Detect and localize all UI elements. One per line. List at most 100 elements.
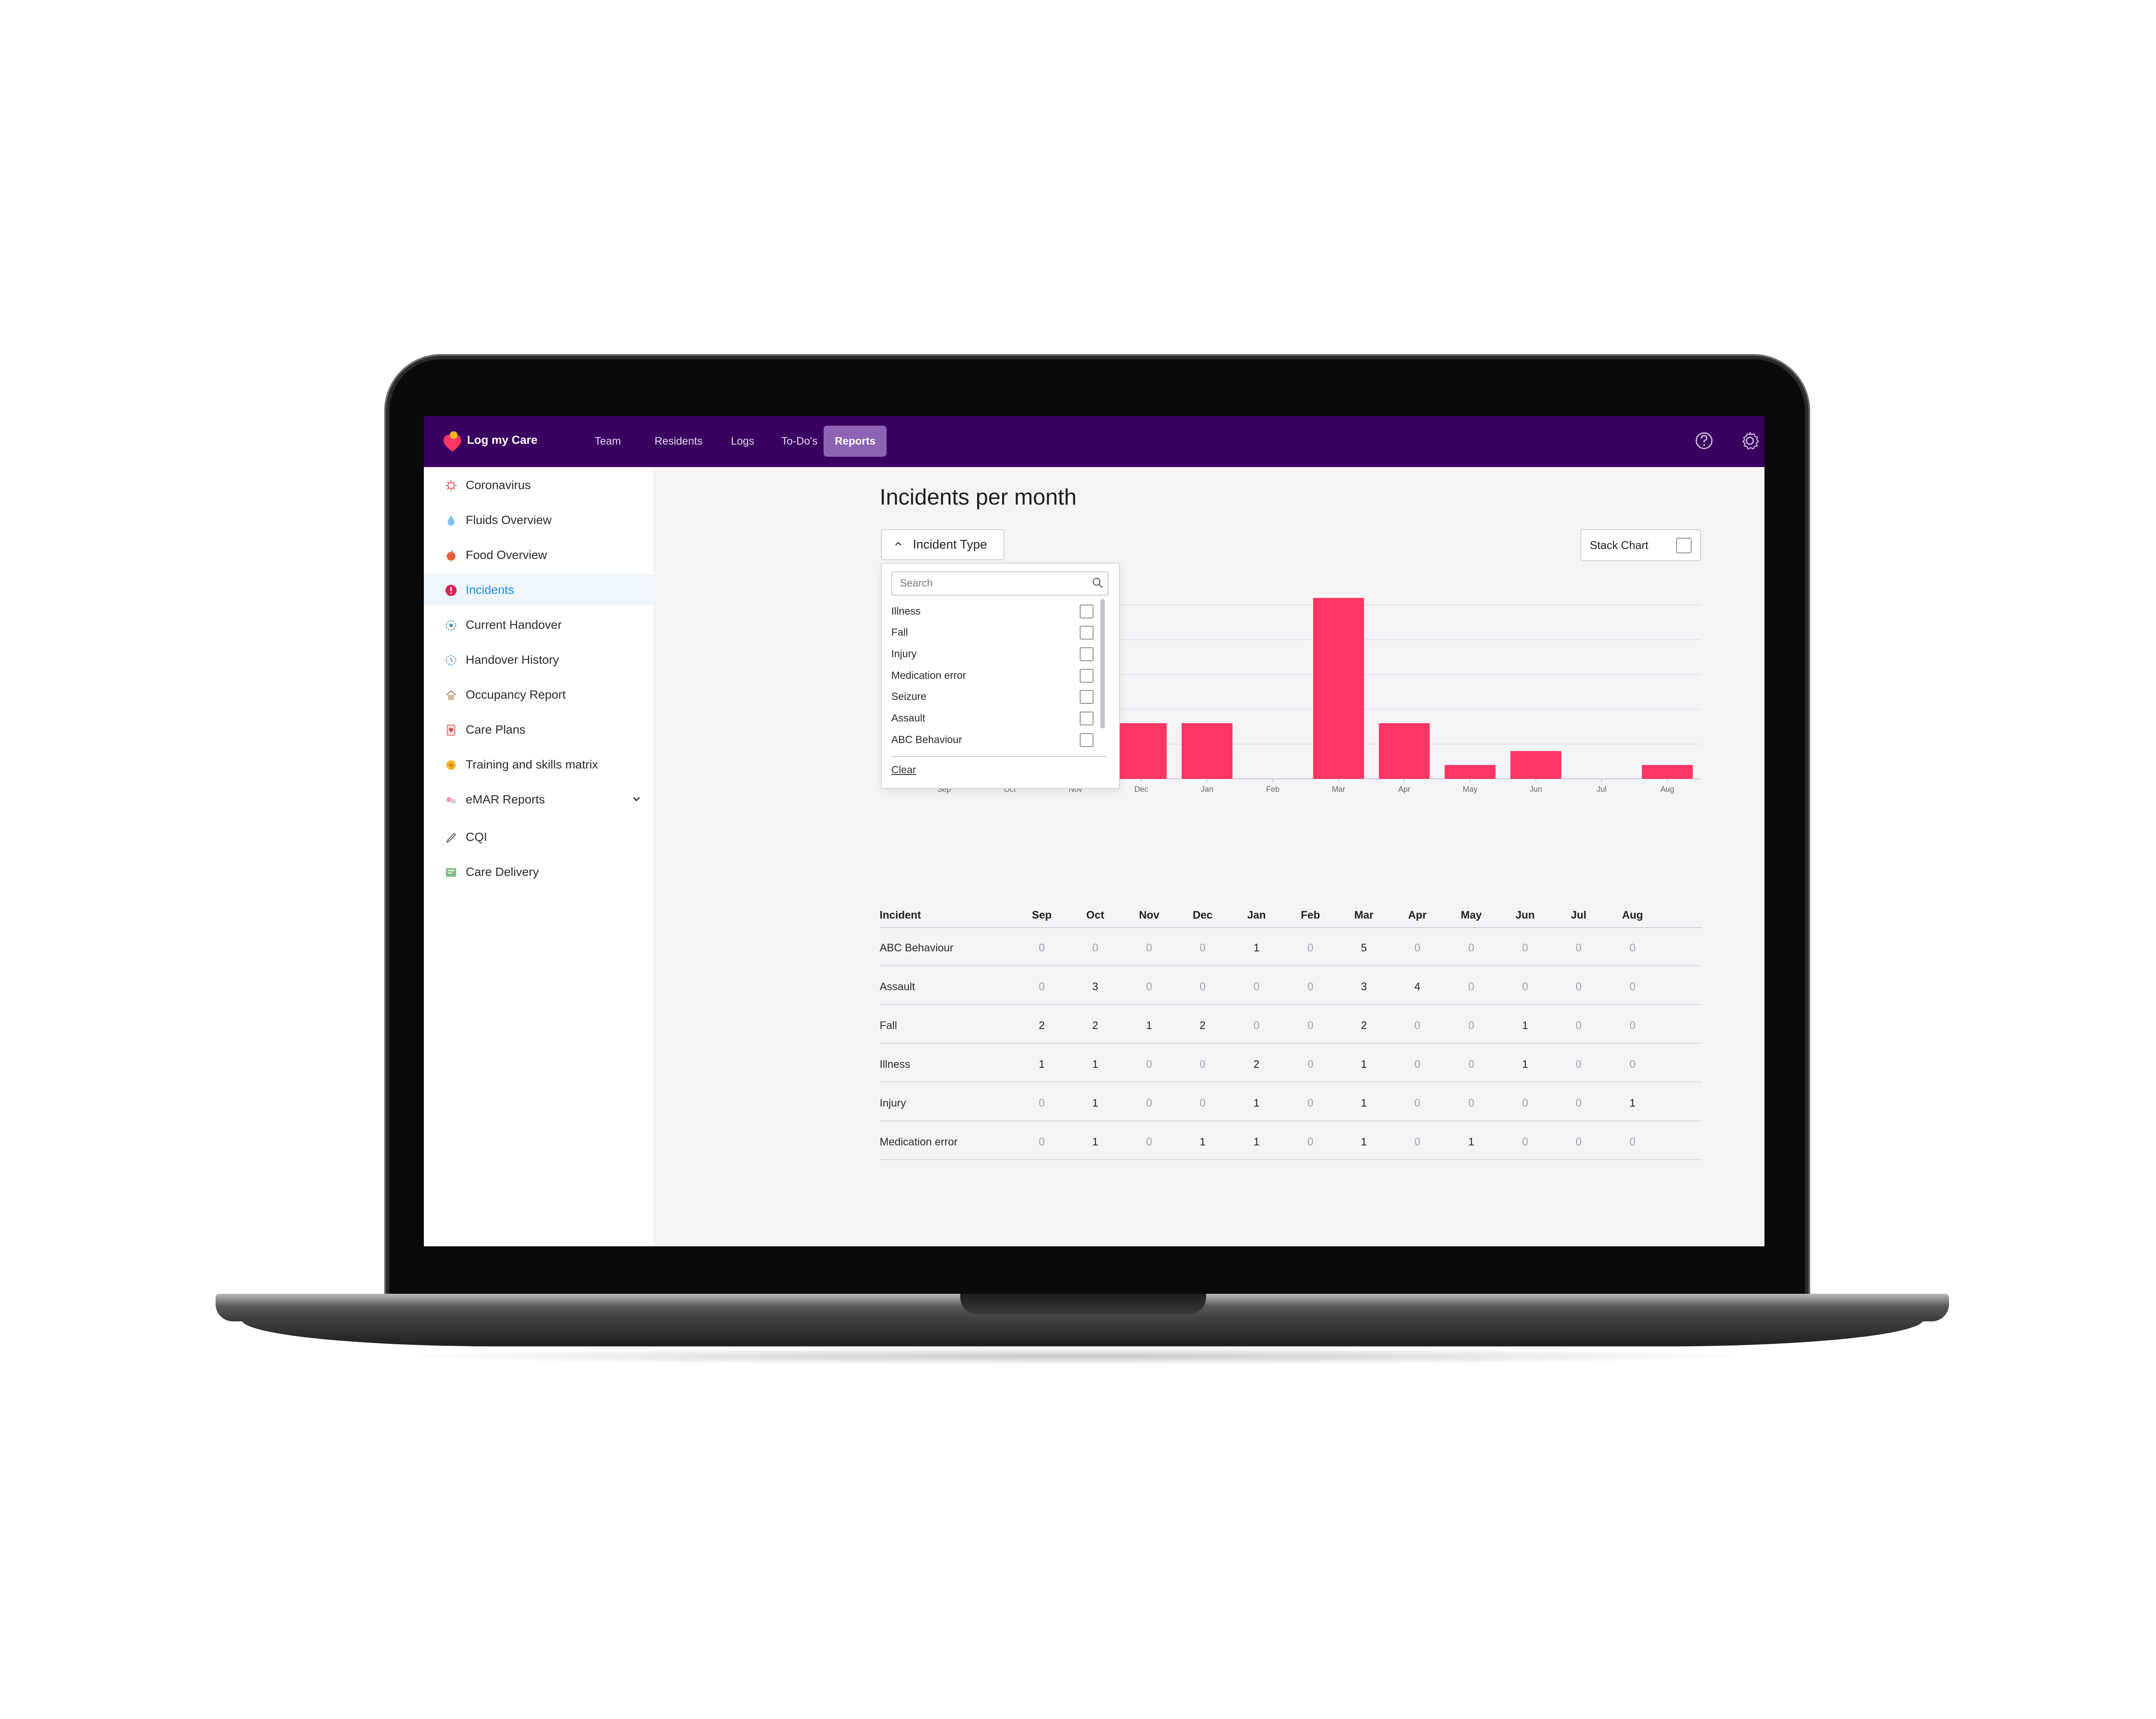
- sidebar-item-coronavirus[interactable]: Coronavirus: [424, 470, 653, 501]
- column-header-aug[interactable]: Aug: [1615, 909, 1650, 922]
- sidebar-item-fluids-overview[interactable]: Fluids Overview: [424, 505, 653, 536]
- count-cell: 0: [1039, 1097, 1045, 1109]
- sidebar-item-label: Care Delivery: [466, 865, 539, 878]
- column-header-apr[interactable]: Apr: [1400, 909, 1435, 922]
- filter-option-seizure[interactable]: Seizure: [891, 686, 1094, 707]
- count-cell: 0: [1039, 942, 1045, 954]
- filter-option-illness[interactable]: Illness: [891, 600, 1094, 622]
- filter-option-checkbox[interactable]: [1080, 712, 1094, 725]
- filter-option-label: Medication error: [891, 670, 966, 681]
- count-cell: 0: [1307, 1058, 1313, 1070]
- question-circle-icon[interactable]: [1694, 431, 1714, 451]
- count-cell: 2: [1253, 1058, 1260, 1070]
- sidebar-item-training-and-skills-matrix[interactable]: Training and skills matrix: [424, 749, 653, 780]
- incident-name-cell: Injury: [880, 1097, 906, 1109]
- filter-option-checkbox[interactable]: [1080, 690, 1094, 704]
- count-cell: 0: [1146, 1058, 1152, 1070]
- count-cell: 0: [1576, 981, 1582, 993]
- sidebar-item-incidents[interactable]: Incidents: [424, 574, 653, 605]
- column-header-oct[interactable]: Oct: [1078, 909, 1112, 922]
- water-drop-icon: [448, 515, 454, 526]
- column-header-sep[interactable]: Sep: [1025, 909, 1059, 922]
- filter-option-checkbox[interactable]: [1080, 669, 1094, 683]
- filter-option-checkbox[interactable]: [1080, 626, 1094, 640]
- column-header-may[interactable]: May: [1454, 909, 1489, 922]
- filter-option-abc-behaviour[interactable]: ABC Behaviour: [891, 729, 1094, 750]
- filter-option-injury[interactable]: Injury: [891, 643, 1094, 665]
- table-row: ABC Behaviour 0 0 0 0 1 0 5 0 0 0 0 0: [880, 927, 1702, 966]
- count-cell: 0: [1576, 942, 1582, 954]
- chart-bar: [1313, 598, 1364, 779]
- count-cell: 0: [1630, 942, 1636, 954]
- nav-reports[interactable]: Reports: [824, 426, 887, 457]
- count-cell: 1: [1361, 1058, 1367, 1070]
- chart-x-tick-label: Apr: [1398, 785, 1410, 794]
- incident-name-cell: Assault: [880, 981, 915, 993]
- incident-name-cell: Medication error: [880, 1136, 958, 1148]
- filter-option-checkbox[interactable]: [1080, 605, 1094, 618]
- laptop-base-bottom: [241, 1320, 1923, 1346]
- count-cell: 1: [1522, 1058, 1528, 1070]
- chevron-down-icon[interactable]: [631, 794, 642, 805]
- sidebar-item-care-delivery[interactable]: Care Delivery: [424, 856, 653, 888]
- table-row: Assault 0 3 0 0 0 0 3 4 0 0 0 0: [880, 966, 1702, 1005]
- stack-chart-checkbox[interactable]: [1676, 538, 1692, 553]
- column-header-mar[interactable]: Mar: [1347, 909, 1381, 922]
- alert-icon: [445, 585, 457, 596]
- log-my-care-logo-icon: [443, 431, 461, 452]
- filter-option-assault[interactable]: Assault: [891, 707, 1094, 729]
- search-input[interactable]: Search: [891, 571, 1109, 596]
- column-header-dec[interactable]: Dec: [1185, 909, 1220, 922]
- count-cell: 0: [1576, 1019, 1582, 1032]
- filter-option-label: Fall: [891, 627, 908, 638]
- incident-type-filter-button[interactable]: Incident Type: [881, 529, 1004, 560]
- count-cell: 0: [1146, 942, 1152, 954]
- scrollbar-thumb[interactable]: [1100, 599, 1105, 728]
- count-cell: 0: [1522, 942, 1528, 954]
- sidebar-item-cqi[interactable]: CQI: [424, 822, 653, 853]
- column-header-jan[interactable]: Jan: [1239, 909, 1274, 922]
- search-placeholder: Search: [900, 577, 933, 589]
- nav-residents[interactable]: Residents: [643, 426, 714, 457]
- column-header-jul[interactable]: Jul: [1561, 909, 1596, 922]
- nav-to-dos[interactable]: To-Do's: [770, 426, 829, 457]
- stack-chart-toggle[interactable]: Stack Chart: [1580, 529, 1701, 561]
- sidebar-item-current-handover[interactable]: Current Handover: [424, 609, 653, 640]
- count-cell: 1: [1092, 1058, 1098, 1070]
- chart-x-tick-label: Jul: [1597, 785, 1607, 794]
- app-screen: Log my Care Team Residents Logs To-Do's …: [424, 416, 1764, 1246]
- filter-option-label: Illness: [891, 605, 921, 617]
- gear-icon[interactable]: [1740, 431, 1760, 451]
- filter-option-checkbox[interactable]: [1080, 647, 1094, 661]
- column-header-jun[interactable]: Jun: [1508, 909, 1542, 922]
- filter-option-checkbox[interactable]: [1080, 733, 1094, 747]
- count-cell: 0: [1253, 1019, 1260, 1032]
- column-header-incident[interactable]: Incident: [880, 909, 921, 922]
- sidebar-item-emar-reports[interactable]: eMAR Reports: [424, 784, 653, 815]
- clear-filter-link[interactable]: Clear: [891, 764, 916, 776]
- count-cell: 1: [1630, 1097, 1636, 1109]
- filter-option-label: Assault: [891, 712, 925, 724]
- care-delivery-icon: [446, 868, 456, 877]
- count-cell: 2: [1361, 1019, 1367, 1032]
- table-row: Injury 0 1 0 0 1 0 1 0 0 0 0 1: [880, 1082, 1702, 1121]
- laptop-shadow: [388, 1348, 1768, 1365]
- column-header-nov[interactable]: Nov: [1132, 909, 1166, 922]
- brand-name[interactable]: Log my Care: [467, 433, 538, 447]
- column-header-feb[interactable]: Feb: [1293, 909, 1328, 922]
- filter-option-fall[interactable]: Fall: [891, 621, 1094, 643]
- nav-team[interactable]: Team: [583, 426, 632, 457]
- dropdown-scrollbar[interactable]: [1100, 599, 1105, 728]
- count-cell: 0: [1146, 1136, 1152, 1148]
- nav-logs[interactable]: Logs: [720, 426, 765, 457]
- sidebar-item-handover-history[interactable]: Handover History: [424, 644, 653, 675]
- count-cell: 0: [1576, 1136, 1582, 1148]
- sidebar-item-occupancy-report[interactable]: Occupancy Report: [424, 679, 653, 710]
- filter-option-medication-error[interactable]: Medication error: [891, 665, 1094, 686]
- sidebar-item-food-overview[interactable]: Food Overview: [424, 540, 653, 571]
- count-cell: 0: [1307, 981, 1313, 993]
- count-cell: 0: [1414, 942, 1420, 954]
- sidebar-item-care-plans[interactable]: Care Plans: [424, 714, 653, 745]
- training-icon: [446, 760, 456, 770]
- count-cell: 1: [1146, 1019, 1152, 1032]
